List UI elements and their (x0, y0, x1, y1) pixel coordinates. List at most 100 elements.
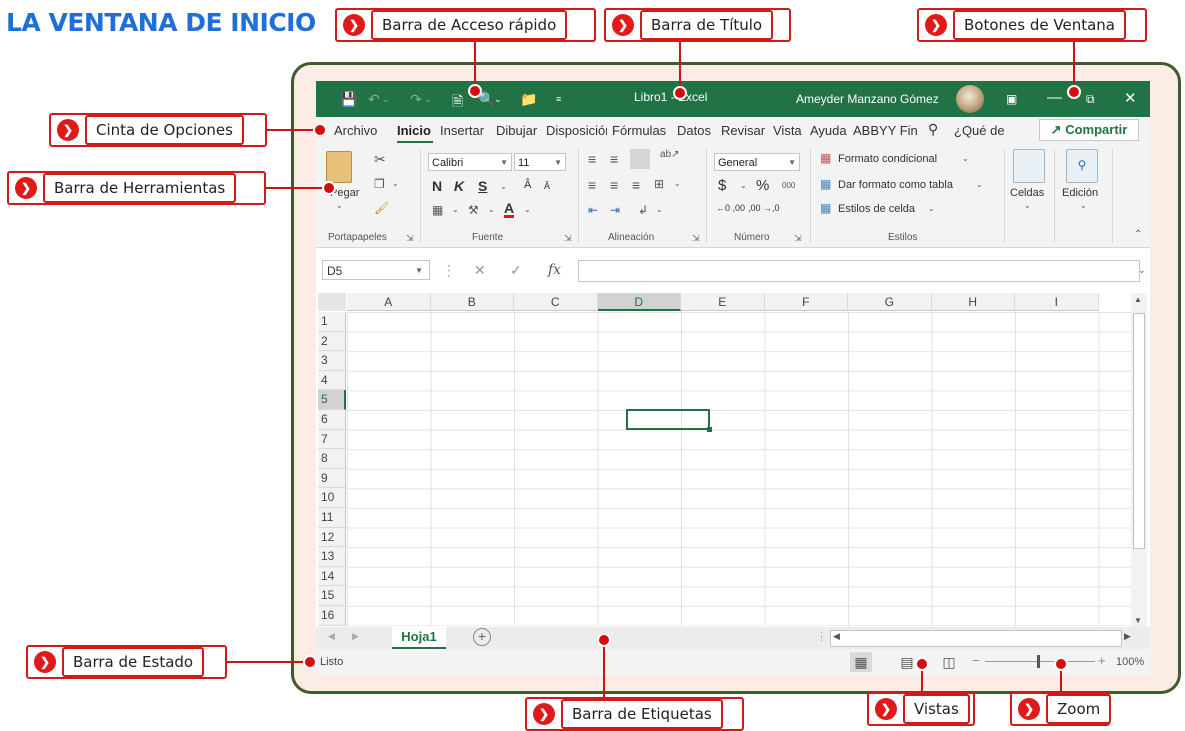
redo-icon[interactable]: ↷ (410, 91, 422, 108)
row-header[interactable]: 11 (318, 508, 346, 528)
row-header[interactable]: 15 (318, 586, 346, 606)
worksheet-grid[interactable]: ABCDEFGHI 1 2 3 4 5 6 7 8 9 10 11 12 13 14 15 16 ▲ ▼ (316, 291, 1150, 627)
tab-insertar[interactable]: Insertar (440, 123, 484, 138)
chevron-down-icon[interactable]: ⌄ (962, 154, 969, 163)
row-header[interactable]: 12 (318, 527, 346, 548)
scroll-down-icon[interactable]: ▼ (1134, 616, 1142, 625)
row-header[interactable]: 3 (318, 351, 346, 371)
customize-qat-icon[interactable]: ≡ (556, 94, 561, 104)
active-cell[interactable] (626, 409, 712, 432)
sheet-tab-hoja1[interactable]: Hoja1 (392, 627, 446, 649)
new-file-icon[interactable]: 🗎 (452, 91, 463, 115)
alignment-launcher-icon[interactable]: ⇲ (692, 233, 700, 244)
underline-dropdown-icon[interactable]: ⌄ (500, 182, 507, 191)
font-color-icon[interactable]: A (504, 201, 515, 218)
column-header[interactable]: G (848, 293, 932, 311)
row-header[interactable]: 10 (318, 488, 346, 508)
decrease-decimal-button[interactable]: ,00 →,0 (748, 203, 780, 213)
font-name-select[interactable]: Calibri ▼ (428, 153, 512, 171)
row-header[interactable]: 16 (318, 606, 346, 626)
tell-me-input[interactable]: ¿Qué de (954, 123, 1005, 138)
cells-icon[interactable] (1013, 149, 1045, 183)
column-header[interactable]: I (1015, 293, 1099, 311)
undo-icon[interactable]: ↶ (368, 91, 380, 108)
column-header[interactable]: D (597, 293, 681, 311)
ribbon-display-icon[interactable]: ▣ (1006, 92, 1017, 106)
row-header[interactable]: 4 (318, 370, 346, 391)
tab-disposicion[interactable]: Disposición (546, 123, 607, 138)
tab-archivo[interactable]: Archivo (334, 123, 377, 138)
align-middle-icon[interactable]: ≡ (610, 151, 618, 167)
decrease-indent-icon[interactable]: ⇤ (588, 203, 598, 217)
row-header[interactable]: 8 (318, 449, 346, 469)
redo-dropdown-icon[interactable]: ⌄ (424, 94, 432, 105)
format-painter-icon[interactable]: 🖌 (374, 201, 389, 215)
tab-vista[interactable]: Vista (773, 123, 802, 138)
chevron-down-icon[interactable]: ⌄ (976, 180, 983, 189)
row-header[interactable]: 5 (318, 390, 346, 410)
zoom-out-icon[interactable]: − (972, 653, 980, 668)
tab-ayuda[interactable]: Ayuda (810, 123, 847, 138)
scroll-up-icon[interactable]: ▲ (1134, 295, 1142, 304)
conditional-format-button[interactable]: Formato condicional (838, 153, 937, 165)
tab-dibujar[interactable]: Dibujar (496, 123, 537, 138)
insert-function-button[interactable]: fx (548, 262, 561, 278)
expand-formula-icon[interactable]: ⌄ (1138, 265, 1146, 276)
normal-view-icon[interactable]: ▦ (850, 652, 872, 672)
bold-button[interactable]: N (432, 178, 442, 194)
align-center-icon[interactable]: ≡ (610, 177, 618, 193)
save-icon[interactable]: 💾 (340, 91, 357, 108)
page-break-view-icon[interactable]: ◫ (938, 652, 960, 672)
merge-center-icon[interactable]: ⊞ (654, 177, 664, 191)
minimize-icon[interactable]: — (1047, 89, 1062, 106)
horizontal-scrollbar[interactable]: ◀ (830, 630, 1122, 647)
zoom-slider-track[interactable] (985, 661, 1095, 662)
row-header[interactable]: 1 (318, 312, 346, 332)
collapse-ribbon-icon[interactable]: ⌃ (1134, 229, 1142, 240)
number-format-select[interactable]: General ▼ (714, 153, 800, 171)
merge-dropdown-icon[interactable]: ⌄ (674, 179, 681, 188)
currency-dropdown-icon[interactable]: ⌄ (740, 181, 747, 190)
borders-icon[interactable]: ▦ (432, 203, 443, 217)
column-header[interactable]: C (514, 293, 598, 311)
row-header[interactable]: 13 (318, 547, 346, 567)
orientation-icon[interactable]: ab↗ (660, 149, 680, 160)
vertical-scroll-thumb[interactable] (1133, 313, 1145, 549)
row-header[interactable]: 6 (318, 410, 346, 430)
align-top-icon[interactable]: ≡ (588, 151, 596, 167)
cell-styles-button[interactable]: Estilos de celda (838, 203, 915, 215)
cut-icon[interactable]: ✂ (374, 151, 386, 168)
scroll-right-icon[interactable]: ▶ (1124, 631, 1131, 642)
row-header[interactable]: 9 (318, 468, 346, 489)
currency-button[interactable]: $ (718, 177, 726, 194)
column-header[interactable]: H (931, 293, 1015, 311)
avatar[interactable] (956, 85, 984, 113)
restore-icon[interactable]: ⧉ (1086, 92, 1095, 107)
column-header[interactable]: F (764, 293, 848, 311)
tab-abbyy[interactable]: ABBYY Fin (853, 123, 918, 138)
increase-indent-icon[interactable]: ⇥ (610, 203, 620, 217)
select-all-corner[interactable] (318, 293, 346, 311)
fill-color-dropdown-icon[interactable]: ⌄ (488, 205, 495, 214)
zoom-in-icon[interactable]: + (1098, 653, 1106, 668)
folder-icon[interactable]: 📁 (520, 91, 537, 108)
copy-icon[interactable]: ❐ (374, 177, 385, 191)
borders-dropdown-icon[interactable]: ⌄ (452, 205, 459, 214)
prev-sheet-icon[interactable]: ◀ (328, 631, 335, 642)
add-sheet-icon[interactable]: + (473, 628, 491, 646)
chevron-down-icon[interactable]: ⌄ (1080, 201, 1087, 210)
next-sheet-icon[interactable]: ▶ (352, 631, 359, 642)
cell-area[interactable] (347, 312, 1131, 626)
underline-button[interactable]: S (478, 178, 487, 194)
column-header[interactable]: B (430, 293, 514, 311)
row-header[interactable]: 2 (318, 331, 346, 352)
clipboard-launcher-icon[interactable]: ⇲ (406, 233, 414, 244)
user-name[interactable]: Ameyder Manzano Gómez (796, 92, 939, 106)
name-box[interactable]: D5 ▼ (322, 260, 430, 280)
increase-decimal-button[interactable]: ←0 ,00 (716, 203, 745, 213)
tab-formulas[interactable]: Fórmulas (612, 123, 666, 138)
chevron-down-icon[interactable]: ⌄ (1024, 201, 1031, 210)
font-size-select[interactable]: 11 ▼ (514, 153, 566, 171)
close-icon[interactable]: ✕ (1124, 89, 1137, 107)
format-table-button[interactable]: Dar formato como tabla (838, 179, 953, 191)
